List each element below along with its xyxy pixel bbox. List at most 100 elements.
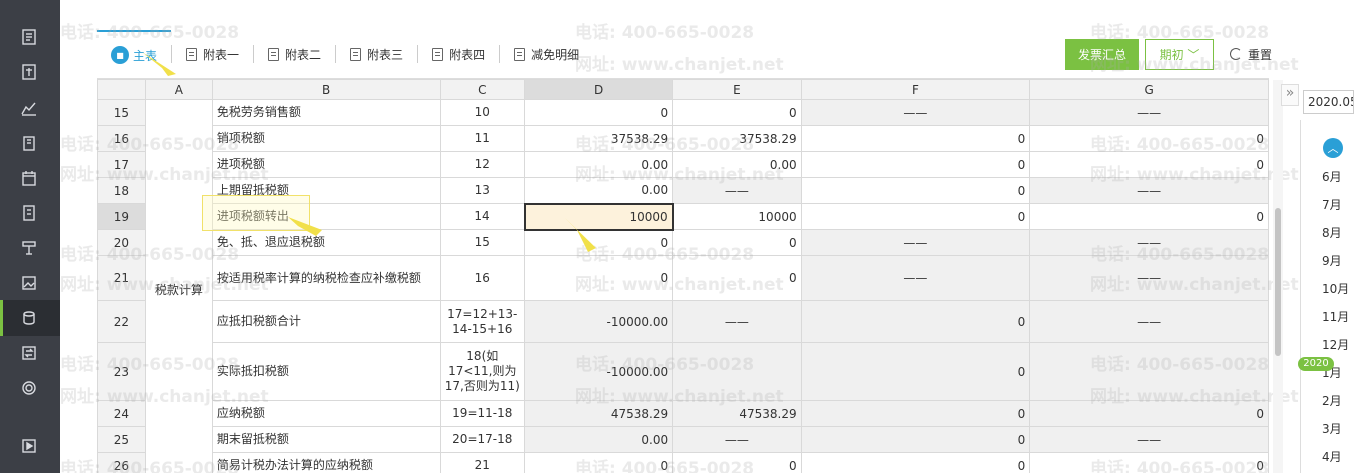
tab-schedule-1[interactable]: 附表一	[172, 30, 253, 78]
month-item[interactable]: 8月	[1322, 224, 1342, 241]
chart-icon[interactable]	[20, 99, 38, 117]
tab-schedule-2[interactable]: 附表二	[254, 30, 335, 78]
value-cell-f[interactable]: 0	[800, 125, 1031, 152]
tab-schedule-4[interactable]: 附表四	[418, 30, 499, 78]
watermark: 电话: 400-665-0028	[575, 23, 755, 43]
left-nav	[0, 0, 60, 473]
line-code-cell: 11	[439, 125, 526, 152]
row-number[interactable]: 26	[97, 452, 146, 473]
value-cell-e[interactable]: 0	[672, 255, 802, 301]
scroll-up-icon[interactable]: ︿	[1323, 138, 1343, 158]
value-cell-f[interactable]: 0	[800, 452, 1031, 473]
item-name-cell: 期末留抵税额	[211, 426, 441, 453]
value-cell-e[interactable]: 37538.29	[672, 125, 802, 152]
table-row: 26 简易计税办法计算的应纳税额 21 0 0 0 0	[97, 452, 1269, 473]
media-icon[interactable]	[20, 437, 38, 455]
value-cell-e[interactable]: 0.00	[672, 151, 802, 178]
watermark: 网址: www.chanjet.net	[575, 55, 784, 75]
value-cell-e: 47538.29	[672, 400, 802, 427]
value-cell-d[interactable]: 0	[524, 99, 674, 126]
row-number[interactable]: 15	[97, 99, 146, 126]
col-header-d[interactable]: D	[524, 79, 674, 100]
grid-corner[interactable]	[97, 79, 146, 100]
item-name-cell: 实际抵扣税额	[211, 342, 441, 401]
document-list-icon[interactable]	[20, 28, 38, 46]
selected-value-cell[interactable]: 10000	[523, 202, 674, 231]
value-cell-f[interactable]: 0	[800, 151, 1031, 178]
building-icon[interactable]	[20, 134, 38, 152]
value-cell-e[interactable]: 0	[672, 452, 802, 473]
period-date-field[interactable]: 2020.05	[1303, 90, 1354, 114]
voucher-icon[interactable]	[20, 63, 38, 81]
row-number[interactable]: 25	[97, 426, 146, 453]
row-number[interactable]: 18	[97, 177, 146, 204]
line-code-cell: 20=17-18	[439, 426, 526, 453]
settings-icon[interactable]	[20, 379, 38, 397]
value-cell-d[interactable]: 0.00	[524, 177, 674, 204]
col-header-c[interactable]: C	[439, 79, 526, 100]
month-item[interactable]: 2月	[1322, 392, 1342, 409]
row-number[interactable]: 24	[97, 400, 146, 427]
item-name-cell: 应抵扣税额合计	[211, 300, 441, 343]
month-item[interactable]: 6月	[1322, 168, 1342, 185]
calendar-icon[interactable]	[20, 169, 38, 187]
tab-schedule-3[interactable]: 附表三	[336, 30, 417, 78]
month-item[interactable]: 9月	[1322, 252, 1342, 269]
value-cell-d[interactable]: 0.00	[524, 151, 674, 178]
col-header-g[interactable]: G	[1029, 79, 1269, 100]
line-code-cell: 21	[439, 452, 526, 473]
tab-deduction-details[interactable]: 减免明细	[500, 30, 593, 78]
col-header-e[interactable]: E	[672, 79, 802, 100]
scrollbar-thumb[interactable]	[1275, 208, 1281, 356]
value-cell-d[interactable]: 0	[524, 452, 674, 473]
value-cell-d: -10000.00	[524, 342, 674, 401]
month-item[interactable]: 11月	[1322, 308, 1349, 325]
row-number[interactable]: 23	[97, 342, 146, 401]
row-number[interactable]: 16	[97, 125, 146, 152]
month-item[interactable]: 12月	[1322, 336, 1349, 353]
row-number[interactable]: 19	[97, 203, 146, 230]
value-cell-f[interactable]: 0	[800, 177, 1031, 204]
value-cell-g[interactable]: 0	[1029, 452, 1269, 473]
value-cell-g	[1029, 342, 1269, 401]
row-number[interactable]: 22	[97, 300, 146, 343]
item-name-cell: 进项税额	[211, 151, 441, 178]
value-cell-d[interactable]: 37538.29	[524, 125, 674, 152]
tab-main[interactable]: ■ 主表	[97, 30, 172, 78]
value-cell-f[interactable]: 0	[800, 203, 1031, 230]
tax-icon[interactable]	[20, 309, 38, 327]
value-cell-g[interactable]: 0	[1029, 151, 1269, 178]
value-cell-e: ——	[672, 177, 802, 204]
col-header-b[interactable]: B	[211, 79, 441, 100]
value-cell-e[interactable]: 0	[672, 99, 802, 126]
value-cell-d[interactable]: 0	[524, 229, 674, 256]
value-cell-g: ——	[1029, 229, 1269, 256]
period-dropdown-button[interactable]: 期初 ﹀	[1145, 39, 1214, 70]
line-code-cell: 17=12+13-14-15+16	[439, 300, 526, 343]
reset-button[interactable]: 重置	[1230, 44, 1272, 64]
image-icon[interactable]	[20, 274, 38, 292]
col-header-f[interactable]: F	[800, 79, 1031, 100]
value-cell-e[interactable]: 10000	[672, 203, 802, 230]
value-cell-d[interactable]: 0	[524, 255, 674, 301]
row-number[interactable]: 21	[97, 255, 146, 301]
report-icon[interactable]	[20, 239, 38, 257]
value-cell-g: ——	[1029, 99, 1269, 126]
main-sheet-icon: ■	[111, 46, 129, 64]
month-item[interactable]: 4月	[1322, 448, 1342, 465]
month-item[interactable]: 3月	[1322, 420, 1342, 437]
value-cell-g[interactable]: 0	[1029, 203, 1269, 230]
month-item[interactable]: 10月	[1322, 280, 1349, 297]
invoice-summary-button[interactable]: 发票汇总	[1065, 39, 1139, 70]
sheet-icon	[186, 47, 198, 61]
col-header-a[interactable]: A	[144, 79, 213, 100]
month-item[interactable]: 7月	[1322, 196, 1342, 213]
ledger-icon[interactable]	[20, 204, 38, 222]
transfer-icon[interactable]	[20, 344, 38, 362]
value-cell-g[interactable]: 0	[1029, 125, 1269, 152]
expand-panel-button[interactable]: »	[1281, 84, 1299, 106]
value-cell-e[interactable]: 0	[672, 229, 802, 256]
row-number[interactable]: 20	[97, 229, 146, 256]
table-row: 20 免、抵、退应退税额 15 0 0 —— ——	[97, 229, 1269, 256]
row-number[interactable]: 17	[97, 151, 146, 178]
